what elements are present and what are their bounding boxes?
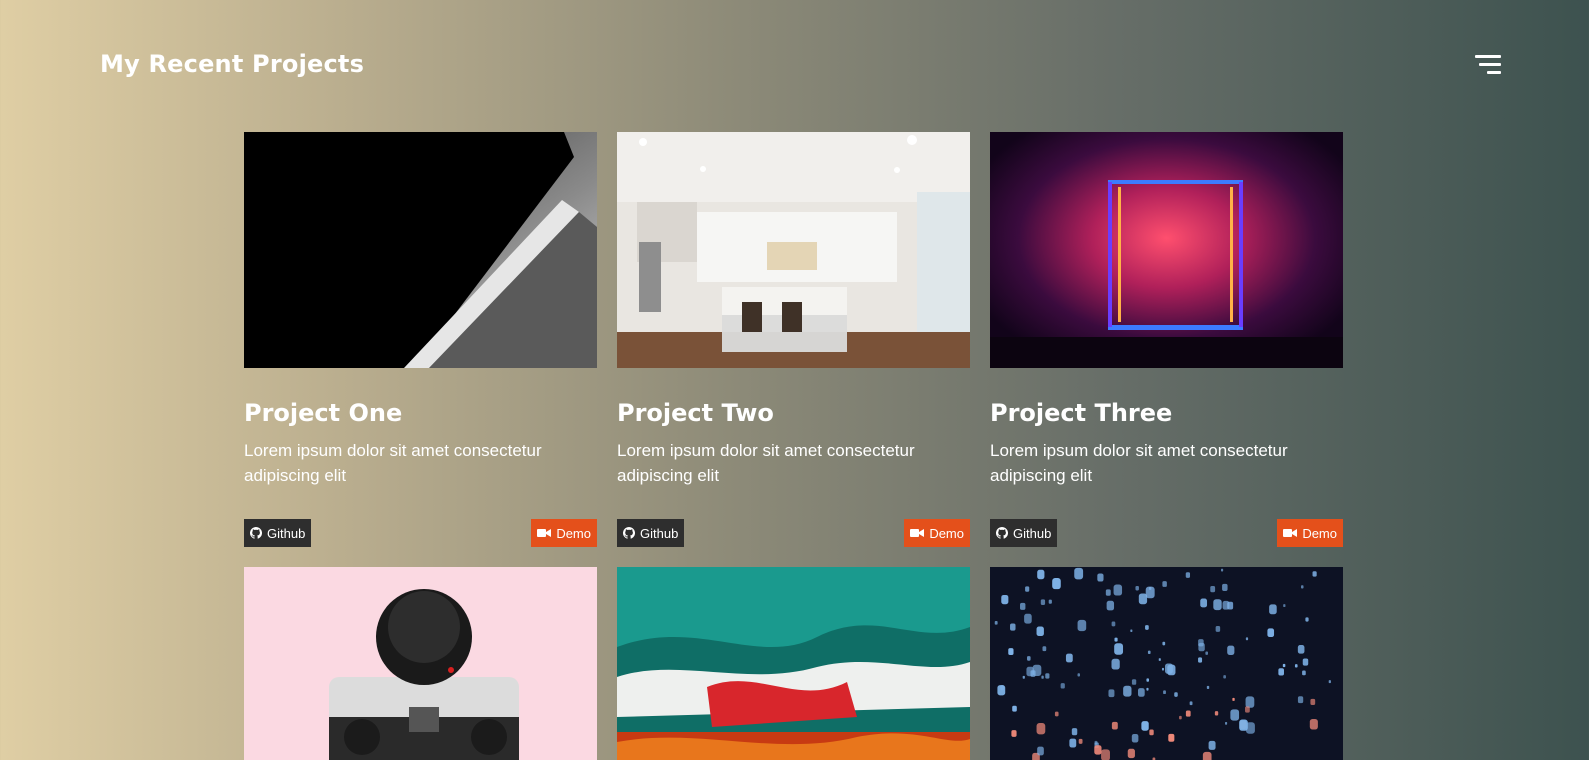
- project-image: [617, 132, 970, 368]
- demo-label: Demo: [1302, 525, 1337, 541]
- demo-label: Demo: [929, 525, 964, 541]
- project-description: Lorem ipsum dolor sit amet consectetur a…: [617, 441, 915, 485]
- video-camera-icon: [1283, 529, 1298, 537]
- project-image: [244, 132, 597, 368]
- project-card: Project One Lorem ipsum dolor sit amet c…: [244, 132, 597, 547]
- github-button[interactable]: Github: [244, 519, 312, 547]
- demo-button[interactable]: Demo: [904, 519, 970, 547]
- github-label: Github: [267, 525, 306, 541]
- project-description: Lorem ipsum dolor sit amet consectetur a…: [244, 441, 542, 485]
- project-card: [244, 567, 597, 760]
- demo-label: Demo: [556, 525, 591, 541]
- video-camera-icon: [910, 529, 925, 537]
- project-card: [617, 567, 970, 760]
- video-camera-icon: [537, 529, 552, 537]
- project-card: Project Two Lorem ipsum dolor sit amet c…: [617, 132, 970, 547]
- github-button[interactable]: Github: [990, 519, 1058, 547]
- project-image: [617, 567, 970, 760]
- hamburger-menu-icon[interactable]: [1473, 55, 1501, 77]
- page-title: My Recent Projects: [100, 50, 365, 78]
- github-label: Github: [640, 525, 679, 541]
- project-card: [990, 567, 1343, 760]
- github-button[interactable]: Github: [617, 519, 685, 547]
- project-title: Project Three: [990, 399, 1173, 427]
- project-image: [990, 567, 1343, 760]
- project-title: Project One: [244, 399, 403, 427]
- project-description: Lorem ipsum dolor sit amet consectetur a…: [990, 441, 1288, 485]
- github-label: Github: [1013, 525, 1052, 541]
- demo-button[interactable]: Demo: [1277, 519, 1343, 547]
- project-image: [990, 132, 1343, 368]
- projects-grid: Project One Lorem ipsum dolor sit amet c…: [244, 132, 1343, 760]
- github-icon: [996, 527, 1008, 539]
- project-image: [244, 567, 597, 760]
- project-title: Project Two: [617, 399, 774, 427]
- github-icon: [250, 527, 262, 539]
- project-card: Project Three Lorem ipsum dolor sit amet…: [990, 132, 1343, 547]
- github-icon: [623, 527, 635, 539]
- demo-button[interactable]: Demo: [531, 519, 597, 547]
